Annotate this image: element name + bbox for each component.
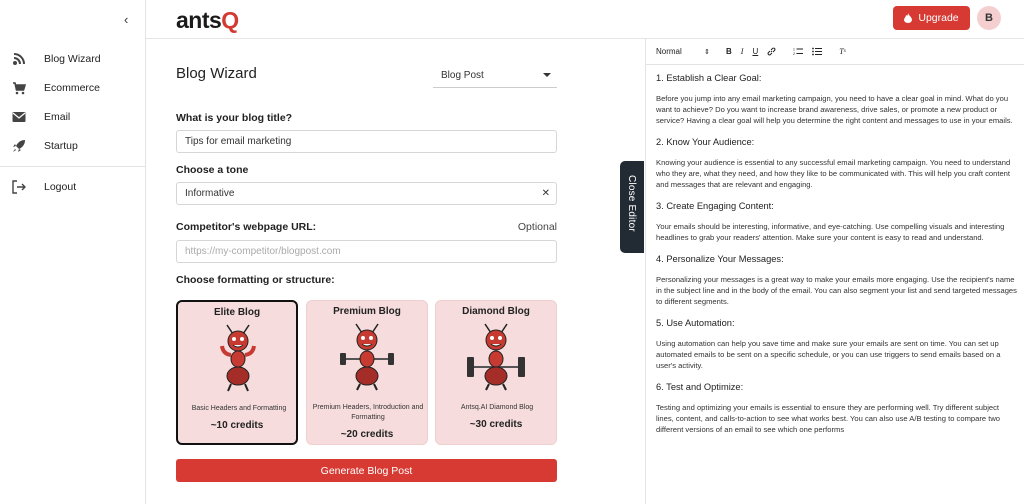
- rss-icon: [11, 51, 27, 67]
- blog-title-input[interactable]: Tips for email marketing: [176, 130, 557, 153]
- section-heading: 3. Create Engaging Content:: [656, 201, 774, 211]
- content-type-value: Blog Post: [441, 70, 484, 81]
- antsq-logo[interactable]: antsQ: [176, 7, 239, 34]
- blog-title-value: Tips for email marketing: [185, 136, 292, 147]
- chevron-down-icon: [543, 73, 551, 77]
- section-heading: 5. Use Automation:: [656, 318, 735, 328]
- format-label: Choose formatting or structure:: [176, 274, 335, 286]
- tone-select[interactable]: Informative ✕: [176, 182, 557, 205]
- section-body: Using automation can help you save time …: [656, 339, 1001, 370]
- logout-icon: [11, 179, 27, 195]
- svg-text:1: 1: [793, 48, 795, 52]
- logout-label: Logout: [44, 181, 77, 193]
- svg-text:2: 2: [793, 52, 795, 56]
- competitor-url-label: Competitor's webpage URL:: [176, 221, 317, 233]
- section-body: Your emails should be interesting, infor…: [656, 222, 1005, 242]
- logout-item[interactable]: Logout: [11, 177, 76, 197]
- section-heading: 4. Personalize Your Messages:: [656, 254, 784, 264]
- logo-text: ants: [176, 7, 222, 33]
- sidebar-item-ecommerce[interactable]: Ecommerce: [11, 78, 100, 98]
- sidebar: ‹ Blog Wizard Ecommerce Email Startup Lo…: [0, 0, 146, 504]
- ant-mascot-barbell-image: [467, 323, 525, 391]
- section-heading: 6. Test and Optimize:: [656, 382, 744, 392]
- envelope-icon: [11, 109, 27, 125]
- collapse-sidebar-icon[interactable]: ‹: [124, 12, 128, 27]
- card-credits: ~10 credits: [210, 420, 264, 431]
- sidebar-item-label: Blog Wizard: [44, 53, 101, 65]
- card-description: Premium Headers, Introduction and Format…: [312, 404, 424, 421]
- clear-icon[interactable]: ✕: [542, 188, 550, 199]
- tone-value: Informative: [185, 188, 235, 199]
- flame-icon: [904, 13, 913, 23]
- sidebar-item-label: Ecommerce: [44, 82, 101, 94]
- ant-mascot-dumbbell-image: [340, 323, 394, 391]
- section-body: Knowing your audience is essential to an…: [656, 158, 1011, 189]
- upgrade-label: Upgrade: [918, 12, 959, 24]
- logo-accent: Q: [221, 7, 239, 33]
- cart-icon: [11, 80, 27, 96]
- close-editor-button[interactable]: Close Editor: [620, 161, 644, 253]
- content-type-select[interactable]: Blog Post: [433, 64, 557, 88]
- generate-blog-post-button[interactable]: Generate Blog Post: [176, 459, 557, 482]
- upgrade-button[interactable]: Upgrade: [893, 6, 970, 30]
- format-card-premium[interactable]: Premium Blog Premium Headers, Introducti…: [306, 300, 428, 445]
- competitor-url-input[interactable]: https://my-competitor/blogpost.com: [176, 240, 557, 263]
- bullet-list-icon[interactable]: [812, 47, 823, 56]
- sidebar-item-label: Email: [44, 111, 71, 123]
- card-title: Premium Blog: [333, 306, 401, 317]
- section-body: Testing and optimizing your emails is es…: [656, 403, 1001, 434]
- italic-icon[interactable]: I: [741, 47, 744, 56]
- sidebar-item-blog-wizard[interactable]: Blog Wizard: [11, 49, 101, 69]
- blog-wizard-panel: Blog Wizard Blog Post What is your blog …: [146, 39, 644, 504]
- format-card-elite[interactable]: Elite Blog Basic Headers and Formatting …: [176, 300, 298, 445]
- clear-format-icon[interactable]: Tx: [839, 47, 846, 56]
- card-credits: ~30 credits: [469, 419, 523, 430]
- rich-text-editor[interactable]: Normal ⇕ B I U 12 Tx 1. Establish a Clea…: [645, 39, 1024, 504]
- section-body: Before you jump into any email marketing…: [656, 94, 1013, 125]
- editor-content[interactable]: 1. Establish a Clear Goal: Before you ju…: [656, 73, 1018, 446]
- competitor-url-placeholder: https://my-competitor/blogpost.com: [185, 246, 341, 257]
- rocket-icon: [11, 138, 27, 154]
- bold-icon[interactable]: B: [726, 47, 732, 56]
- section-heading: 1. Establish a Clear Goal:: [656, 73, 762, 83]
- optional-label: Optional: [517, 221, 557, 233]
- heading-format-select[interactable]: Normal ⇕: [656, 47, 710, 56]
- sidebar-divider: [0, 166, 146, 167]
- underline-icon[interactable]: U: [752, 47, 758, 56]
- card-title: Elite Blog: [213, 307, 261, 318]
- section-heading: 2. Know Your Audience:: [656, 137, 755, 147]
- section-body: Personalizing your messages is a great w…: [656, 275, 1017, 306]
- ant-mascot-image: [220, 324, 256, 392]
- sidebar-item-label: Startup: [44, 140, 78, 152]
- heading-format-value: Normal: [656, 47, 682, 56]
- blog-title-label: What is your blog title?: [176, 112, 293, 124]
- format-card-diamond[interactable]: Diamond Blog Antsq.AI Diamond Blog ~30 c…: [435, 300, 557, 445]
- tone-label: Choose a tone: [176, 164, 249, 176]
- page-title: Blog Wizard: [176, 65, 257, 82]
- card-description: Antsq.AI Diamond Blog: [460, 404, 534, 411]
- sidebar-item-startup[interactable]: Startup: [11, 136, 78, 156]
- close-editor-label: Close Editor: [626, 175, 637, 232]
- sidebar-item-email[interactable]: Email: [11, 107, 70, 127]
- card-credits: ~20 credits: [340, 429, 394, 440]
- card-title: Diamond Blog: [462, 306, 530, 317]
- ordered-list-icon[interactable]: 12: [793, 47, 804, 56]
- up-down-icon: ⇕: [704, 48, 710, 56]
- link-icon[interactable]: [767, 47, 776, 56]
- card-description: Basic Headers and Formatting: [191, 405, 287, 412]
- editor-toolbar: Normal ⇕ B I U 12 Tx: [646, 39, 1024, 65]
- avatar[interactable]: B: [977, 6, 1001, 30]
